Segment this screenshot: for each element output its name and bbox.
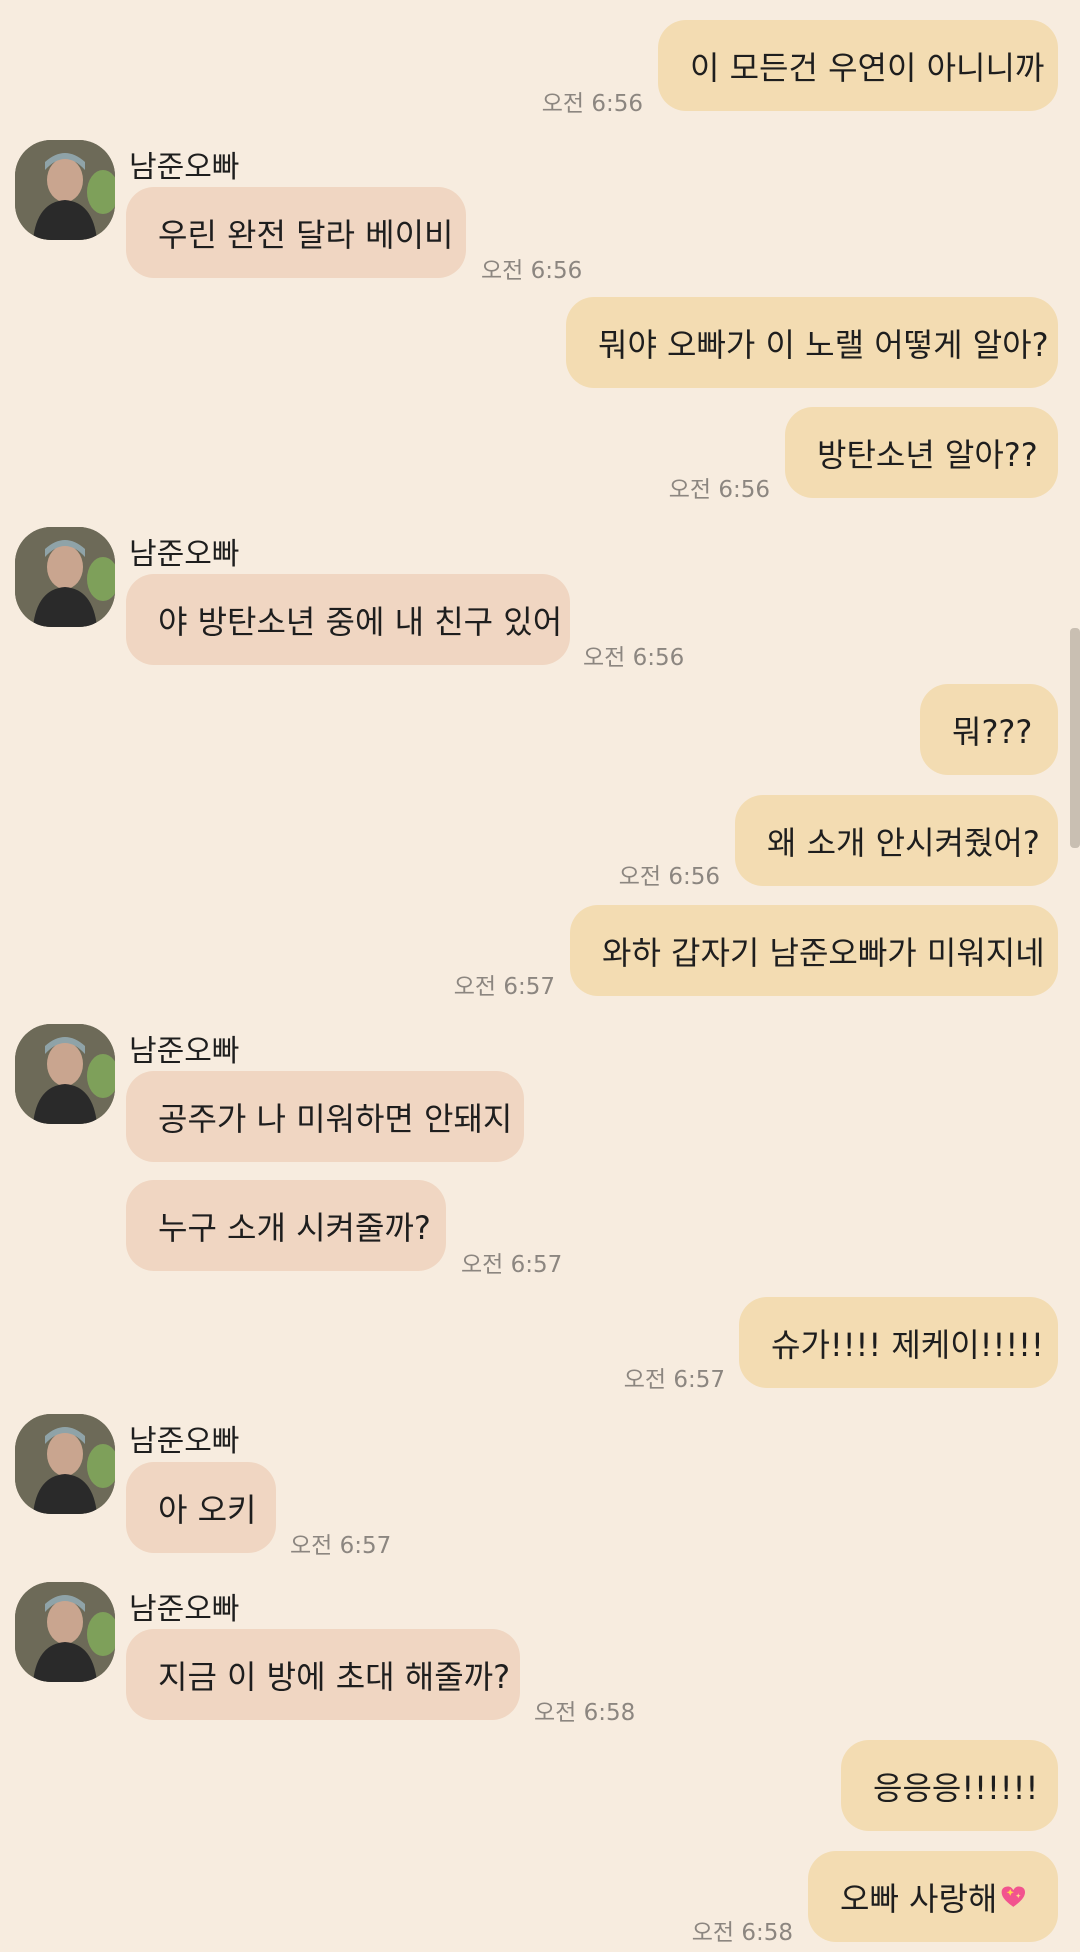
their-message-bubble[interactable]: 야 방탄소년 중에 내 친구 있어 <box>126 574 570 665</box>
message-timestamp: 오전 6:56 <box>668 477 770 503</box>
my-message-bubble[interactable]: 뭐야 오빠가 이 노랠 어떻게 알아? <box>566 297 1058 388</box>
contact-name: 남준오빠 <box>129 1592 240 1627</box>
message-text: 왜 소개 안시켜줬어? <box>767 823 1040 862</box>
my-message-bubble[interactable]: 슈가!!!! 제케이!!!!! <box>739 1297 1058 1388</box>
contact-avatar[interactable] <box>15 140 115 240</box>
message-timestamp: 오전 6:58 <box>691 1920 793 1946</box>
message-text: 오빠 사랑해 <box>840 1879 998 1918</box>
heart-icon <box>1001 1886 1026 1907</box>
avatar-photo <box>15 1414 115 1514</box>
avatar-photo <box>15 1582 115 1682</box>
avatar-photo <box>15 527 115 627</box>
my-message-bubble[interactable]: 와하 갑자기 남준오빠가 미워지네 <box>570 905 1058 996</box>
contact-name: 남준오빠 <box>129 1034 240 1069</box>
avatar-photo <box>15 1024 115 1124</box>
message-timestamp: 오전 6:58 <box>534 1700 636 1726</box>
message-text: 와하 갑자기 남준오빠가 미워지네 <box>602 933 1045 972</box>
avatar-photo <box>15 140 115 240</box>
contact-name: 남준오빠 <box>129 537 240 572</box>
message-text: 누구 소개 시켜줄까? <box>158 1208 431 1247</box>
message-timestamp: 오전 6:56 <box>481 258 583 284</box>
chat-room: 이 모든건 우연이 아니니까 오전 6:56 남준오빠 우린 완전 달라 베이비… <box>0 0 1080 1952</box>
contact-avatar[interactable] <box>15 527 115 627</box>
their-message-bubble[interactable]: 지금 이 방에 초대 해줄까? <box>126 1629 520 1720</box>
message-text: 슈가!!!! 제케이!!!!! <box>771 1325 1044 1364</box>
message-timestamp: 오전 6:57 <box>290 1533 392 1559</box>
my-message-bubble[interactable]: 이 모든건 우연이 아니니까 <box>658 20 1058 111</box>
message-text: 공주가 나 미워하면 안돼지 <box>158 1099 513 1138</box>
contact-avatar[interactable] <box>15 1414 115 1514</box>
my-message-bubble[interactable]: 왜 소개 안시켜줬어? <box>735 795 1058 886</box>
message-timestamp: 오전 6:57 <box>623 1367 725 1393</box>
contact-name: 남준오빠 <box>129 150 240 185</box>
contact-avatar[interactable] <box>15 1582 115 1682</box>
message-text: 응응응!!!!!! <box>873 1768 1039 1807</box>
their-message-bubble[interactable]: 공주가 나 미워하면 안돼지 <box>126 1071 524 1162</box>
their-message-bubble[interactable]: 누구 소개 시켜줄까? <box>126 1180 446 1271</box>
contact-avatar[interactable] <box>15 1024 115 1124</box>
message-text: 우린 완전 달라 베이비 <box>158 215 454 254</box>
message-text: 야 방탄소년 중에 내 친구 있어 <box>158 602 563 641</box>
message-text: 이 모든건 우연이 아니니까 <box>690 48 1045 87</box>
contact-name: 남준오빠 <box>129 1424 240 1459</box>
their-message-bubble[interactable]: 아 오키 <box>126 1462 276 1553</box>
my-message-bubble[interactable]: 응응응!!!!!! <box>841 1740 1058 1831</box>
message-timestamp: 오전 6:56 <box>583 645 685 671</box>
message-timestamp: 오전 6:57 <box>461 1252 563 1278</box>
scrollbar[interactable] <box>1070 628 1080 848</box>
my-message-bubble[interactable]: 오빠 사랑해 <box>808 1851 1058 1942</box>
message-timestamp: 오전 6:56 <box>618 864 720 890</box>
their-message-bubble[interactable]: 우린 완전 달라 베이비 <box>126 187 466 278</box>
message-text: 방탄소년 알아?? <box>817 435 1038 474</box>
message-text: 뭐야 오빠가 이 노랠 어떻게 알아? <box>598 325 1049 364</box>
my-message-bubble[interactable]: 방탄소년 알아?? <box>785 407 1058 498</box>
message-text: 지금 이 방에 초대 해줄까? <box>158 1657 511 1696</box>
my-message-bubble[interactable]: 뭐??? <box>920 684 1058 775</box>
message-text: 뭐??? <box>952 712 1033 751</box>
message-timestamp: 오전 6:57 <box>453 974 555 1000</box>
message-text: 아 오키 <box>158 1490 257 1529</box>
message-timestamp: 오전 6:56 <box>541 91 643 117</box>
